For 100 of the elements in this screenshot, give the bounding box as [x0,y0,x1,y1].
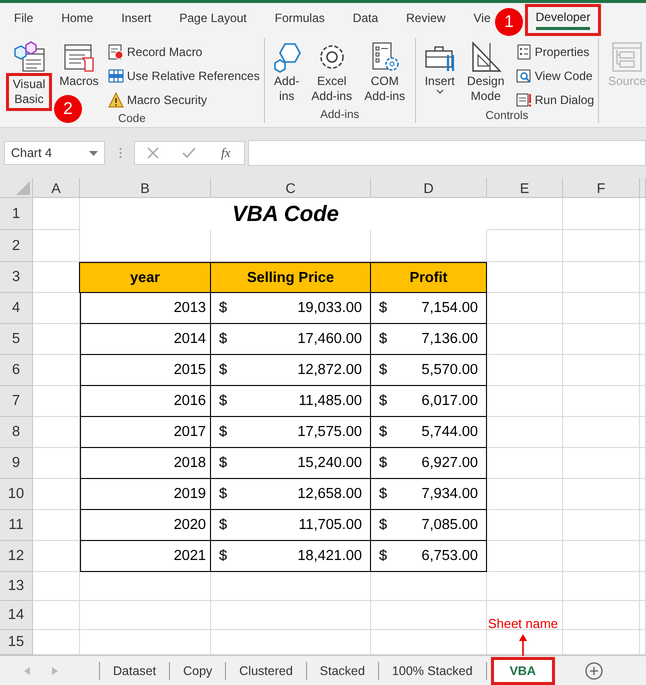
currency-symbol: $ [219,424,228,440]
row-header[interactable]: 5 [0,324,33,355]
close-icon [147,147,160,159]
table-cell: 11,485.00 [298,393,362,409]
row-header[interactable]: 7 [0,386,33,417]
next-sheet-icon [52,666,58,674]
ribbon-button[interactable]: Visual Basic [4,38,54,113]
select-all-icon [16,181,30,195]
currency-symbol: $ [219,393,228,409]
sheet-tab[interactable]: Copy [170,662,226,680]
ribbon-button[interactable]: Design Mode [462,38,510,106]
table-cell: 19,033.00 [297,300,362,316]
row-header[interactable]: 11 [0,510,33,541]
table-cell: 6,927.00 [422,455,478,471]
ribbon-button[interactable]: COM Add-ins [358,38,411,106]
new-sheet-button[interactable] [584,662,603,680]
currency-symbol: $ [379,424,388,440]
warning-icon [108,92,124,108]
column-header: Profit [370,262,487,293]
grid-cell [33,510,80,541]
currency-symbol: $ [219,331,228,347]
sheet-tab[interactable]: 100% Stacked [378,662,487,680]
callout-label: Sheet name [486,616,560,631]
grid-cell [33,448,80,479]
sheet-tab[interactable]: Dataset [100,662,170,680]
list-icon [516,44,532,60]
ribbon-tab[interactable]: Page Layout [179,3,247,36]
currency-symbol: $ [219,486,228,502]
grid-cell [33,572,80,601]
table-cell: 7,085.00 [422,517,478,533]
row-header[interactable]: 6 [0,355,33,386]
insert-function-button[interactable]: fx [214,143,238,163]
column-header[interactable]: F [563,178,640,198]
ribbon-button[interactable]: Properties [516,42,594,62]
table-cell: 6,017.00 [422,393,478,409]
name-box[interactable]: Chart 4 [4,141,105,165]
ribbon-button[interactable]: Add-ins [268,38,305,106]
row-header[interactable]: 12 [0,541,33,572]
row-header[interactable]: 2 [0,230,33,262]
currency-symbol: $ [379,300,388,316]
previous-sheet-icon [24,666,30,674]
currency-symbol: $ [379,331,388,347]
currency-symbol: $ [219,455,228,471]
grid-cell [33,601,80,630]
table-cell: 5,744.00 [422,424,478,440]
ribbon-button[interactable]: Record Macro [108,42,260,62]
ribbon-button[interactable]: Use Relative References [108,66,260,86]
ribbon-button[interactable]: Macros [56,38,102,91]
ribbon-tab[interactable]: Vie [474,3,491,36]
sheet-tab[interactable]: Stacked [306,662,379,680]
ribbon-tab[interactable]: Data [352,3,378,36]
currency-symbol: $ [219,362,228,378]
table-cell: 12,872.00 [297,362,362,378]
currency-symbol: $ [379,362,388,378]
sheet-tab[interactable]: Clustered [226,662,307,680]
ribbon-tab[interactable]: File [14,3,34,36]
grid-cell [33,293,80,324]
ribbon-button[interactable]: Macro Security [108,90,260,110]
row-header[interactable]: 9 [0,448,33,479]
currency-symbol: $ [219,548,228,564]
row-header[interactable]: 4 [0,293,33,324]
table-cell: 7,934.00 [422,486,478,502]
row-header[interactable]: 14 [0,601,33,630]
ribbon-button[interactable]: Insert [420,38,460,97]
source-panel-icon [611,41,644,73]
row-header[interactable]: 10 [0,479,33,510]
formula-input[interactable] [248,140,646,166]
ribbon-tab[interactable]: Review [406,3,446,36]
grid-cell [33,479,80,510]
ribbon-button[interactable]: Excel Add-ins [306,38,357,106]
row-header[interactable]: 8 [0,417,33,448]
table-cell: 17,460.00 [297,331,362,347]
sheet-tab[interactable]: VBA [490,656,555,684]
column-header: year [79,262,211,293]
column-header[interactable] [640,178,646,198]
column-header[interactable]: B [80,178,211,198]
row-header[interactable]: 1 [0,198,33,230]
column-header[interactable]: E [487,178,563,198]
ribbon-tab[interactable]: Formulas [274,3,325,36]
ribbon-button[interactable]: Run Dialog [516,90,594,110]
grid-cell [33,386,80,417]
ribbon-tab[interactable]: Insert [121,3,152,36]
column-header[interactable]: A [33,178,80,198]
column-header[interactable]: C [211,178,371,198]
table-cell: 11,705.00 [298,517,362,533]
row-header[interactable]: 3 [0,262,33,293]
ribbon-tab[interactable]: Developer [524,4,602,36]
row-header[interactable]: 13 [0,572,33,601]
group-label: Code [117,113,147,125]
column-header[interactable]: D [371,178,487,198]
ribbon-button[interactable]: View Code [516,66,594,86]
record-icon [108,44,124,60]
ribbon-tab[interactable]: Home [61,3,94,36]
table-cell: 7,136.00 [422,331,478,347]
currency-symbol: $ [219,300,228,316]
column-header: Selling Price [210,262,371,293]
code-window-icon [516,68,532,84]
row-header[interactable]: 15 [0,630,33,655]
dropdown-icon [89,150,98,156]
currency-symbol: $ [379,393,388,409]
